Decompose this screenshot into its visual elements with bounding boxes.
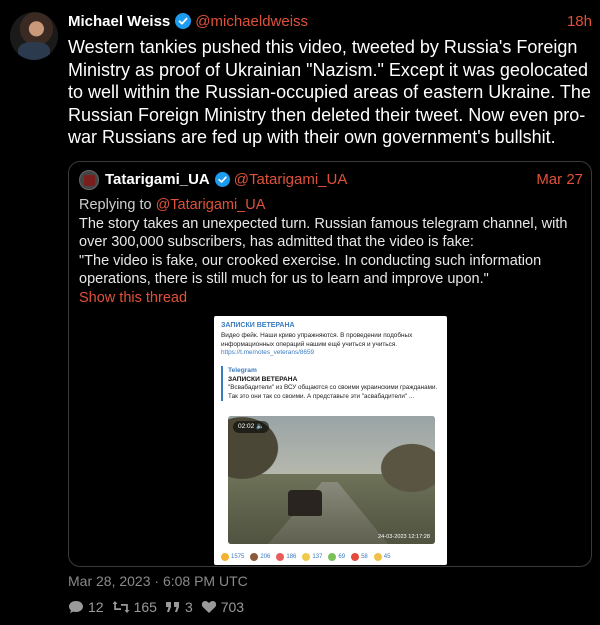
author-avatar[interactable] (10, 12, 58, 60)
quoted-tweet-header: Tatarigami_UA @Tatarigami_UA Mar 27 (105, 169, 583, 189)
reaction-thumbs-up: 137 (302, 553, 322, 561)
reaction-angry: 58 (351, 553, 368, 561)
reaction-vomit: 69 (328, 553, 345, 561)
reaction-count: 186 (286, 554, 297, 560)
comment-icon (69, 601, 83, 613)
quoted-author-handle[interactable]: @Tatarigami_UA (234, 171, 348, 188)
media-telegram-preview: Telegram ЗАПИСКИ ВЕТЕРАНА "Всвабадители"… (221, 366, 443, 401)
media-reactions: 1575 206 186 137 69 58 45 (221, 551, 443, 563)
reply-button[interactable]: 12 (68, 599, 104, 615)
tweet-header: Michael Weiss @michaeldweiss 18h (68, 11, 592, 31)
video-vehicle (288, 490, 322, 516)
thumbs-up-emoji-icon (302, 553, 311, 561)
retweet-button[interactable]: 165 (112, 599, 157, 615)
quote-count: 3 (184, 599, 193, 615)
angry-emoji-icon (351, 553, 360, 561)
reaction-poop: 206 (250, 553, 270, 561)
show-thread-link[interactable]: Show this thread (79, 289, 583, 308)
retweet-icon (112, 601, 130, 613)
quoted-author-avatar[interactable] (79, 170, 99, 190)
media-telegram-text: "Всвабадители" из ВСУ общаются со своими… (228, 384, 438, 400)
quoted-author-name[interactable]: Tatarigami_UA (105, 171, 210, 188)
poop-emoji-icon (250, 553, 259, 561)
quoted-tweet-text-2: "The video is fake, our crooked exercise… (79, 252, 542, 288)
speaker-icon: 🔈 (256, 423, 265, 430)
tweet-date[interactable]: Mar 28, 2023 · 6:08 PM UTC (68, 573, 248, 589)
video-tree-right (358, 426, 435, 496)
video-duration: 02:02 (238, 423, 255, 430)
media-post-body: Видео фейк. Наши криво упражняются. В пр… (221, 332, 413, 348)
quoted-tweet[interactable]: Tatarigami_UA @Tatarigami_UA Mar 27 Repl… (68, 161, 592, 567)
reaction-thinking: 1575 (221, 553, 244, 561)
replying-to-line: Replying to @Tatarigami_UA (79, 196, 583, 215)
media-post-text: Видео фейк. Наши криво упражняются. В пр… (221, 332, 443, 358)
quoted-tweet-time[interactable]: Mar 27 (536, 171, 583, 188)
reply-count: 12 (88, 599, 104, 615)
tweet-time[interactable]: 18h (567, 13, 592, 30)
reaction-count: 69 (338, 554, 346, 560)
verified-badge-icon (175, 13, 192, 29)
shocked-emoji-icon (373, 553, 382, 561)
video-timestamp: 24-03-2023 12:17:28 (378, 534, 430, 540)
face-vomit-emoji-icon (328, 553, 337, 561)
quoted-tweet-text-1: The story takes an unexpected turn. Russ… (79, 215, 568, 251)
thinking-emoji-icon (221, 553, 229, 561)
like-button[interactable]: 703 (201, 599, 244, 615)
media-telegram-label: Telegram (228, 367, 257, 374)
quoted-media-image[interactable]: ЗАПИСКИ ВЕТЕРАНА Видео фейк. Наши криво … (214, 316, 447, 565)
reaction-shocked: 45 (373, 553, 391, 561)
tweet: Michael Weiss @michaeldweiss 18h Western… (0, 0, 600, 625)
tweet-text: Western tankies pushed this video, tweet… (68, 37, 591, 147)
replying-to-label: Replying to (79, 197, 156, 213)
author-name[interactable]: Michael Weiss (68, 13, 170, 30)
media-telegram-name: ЗАПИСКИ ВЕТЕРАНА (228, 376, 298, 383)
reaction-count: 137 (312, 554, 323, 560)
author-handle[interactable]: @michaeldweiss (195, 13, 308, 30)
quoted-tweet-body: Replying to @Tatarigami_UA The story tak… (79, 196, 583, 307)
quote-button[interactable]: 3 (165, 599, 193, 615)
reaction-count: 45 (383, 554, 391, 560)
clown-emoji-icon (276, 553, 285, 561)
media-video-frame: 02:02 🔈 24-03-2023 12:17:28 (228, 416, 435, 544)
reaction-clown: 186 (276, 553, 296, 561)
retweet-count: 165 (133, 599, 157, 615)
like-count: 703 (220, 599, 245, 615)
verified-badge-icon (214, 171, 230, 187)
video-duration-badge: 02:02 🔈 (233, 421, 270, 433)
reaction-count: 206 (260, 554, 271, 560)
media-channel-title: ЗАПИСКИ ВЕТЕРАНА (221, 322, 295, 329)
quote-icon (165, 602, 179, 612)
reaction-count: 58 (361, 554, 368, 560)
media-post-link: https://t.me/notes_veterans/8659 (221, 349, 315, 356)
reaction-count: 1575 (231, 554, 245, 560)
replying-to-link[interactable]: @Tatarigami_UA (156, 197, 266, 213)
heart-icon (201, 601, 216, 613)
tweet-actions: 12 165 3 703 (68, 597, 252, 617)
